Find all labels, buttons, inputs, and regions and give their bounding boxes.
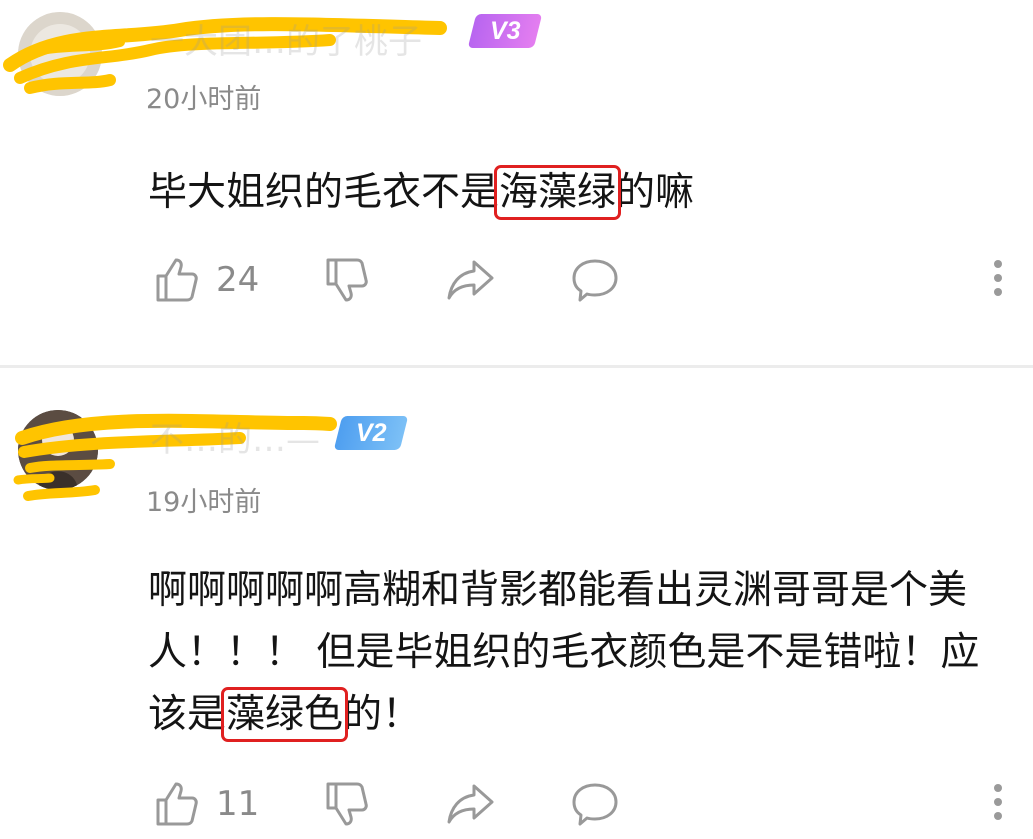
- thumbs-down-icon: [326, 782, 368, 826]
- comment-bubble-icon: [572, 783, 618, 826]
- share-button[interactable]: [446, 780, 496, 828]
- dislike-button[interactable]: [322, 256, 370, 304]
- level-label: V3: [489, 17, 521, 45]
- like-button[interactable]: [152, 256, 200, 304]
- thumbs-up-icon: [156, 782, 198, 826]
- share-icon: [447, 784, 494, 824]
- level-label: V2: [355, 419, 387, 447]
- timestamp: 19小时前: [146, 487, 262, 518]
- share-icon: [447, 260, 494, 300]
- thumbs-up-icon: [156, 258, 198, 302]
- thumbs-down-icon: [326, 258, 368, 302]
- dislike-button[interactable]: [322, 780, 370, 828]
- comment-item: 不…的…— V2 19小时前 啊啊啊啊啊高糊和背影都能看出灵渊哥哥是个美人！！！…: [0, 368, 1033, 839]
- more-vertical-icon: [994, 784, 1002, 792]
- comment-bubble-icon: [572, 259, 618, 302]
- more-options-button[interactable]: [994, 260, 1002, 302]
- action-bar: 11: [0, 780, 1033, 830]
- highlighted-phrase: 藻绿色: [221, 687, 349, 742]
- reply-button[interactable]: [570, 780, 620, 828]
- level-badge: V3: [467, 14, 543, 48]
- more-vertical-icon: [994, 260, 1002, 268]
- like-count: 11: [216, 784, 260, 824]
- comment-text: 毕大姐织的毛衣不是海藻绿的嘛: [148, 162, 1008, 224]
- username[interactable]: 一大团…的了桃子: [150, 14, 422, 63]
- comment-text-after: 的！: [343, 692, 422, 737]
- comment-item: 一大团…的了桃子 V3 20小时前 毕大姐织的毛衣不是海藻绿的嘛 24: [0, 0, 1033, 366]
- more-options-button[interactable]: [994, 784, 1002, 826]
- like-count: 24: [216, 260, 260, 300]
- comment-text-before: 毕大姐织的毛衣不是: [148, 170, 500, 215]
- comment-text: 啊啊啊啊啊高糊和背影都能看出灵渊哥哥是个美人！！！ 但是毕姐织的毛衣颜色是不是错…: [148, 560, 1010, 746]
- like-button[interactable]: [152, 780, 200, 828]
- comment-text-after: 的嘛: [616, 170, 695, 215]
- highlighted-phrase: 海藻绿: [494, 165, 622, 220]
- timestamp: 20小时前: [146, 84, 262, 115]
- reply-button[interactable]: [570, 256, 620, 304]
- share-button[interactable]: [446, 256, 496, 304]
- level-badge: V2: [333, 416, 409, 450]
- action-bar: 24: [0, 256, 1033, 306]
- username[interactable]: 不…的…—: [150, 412, 320, 461]
